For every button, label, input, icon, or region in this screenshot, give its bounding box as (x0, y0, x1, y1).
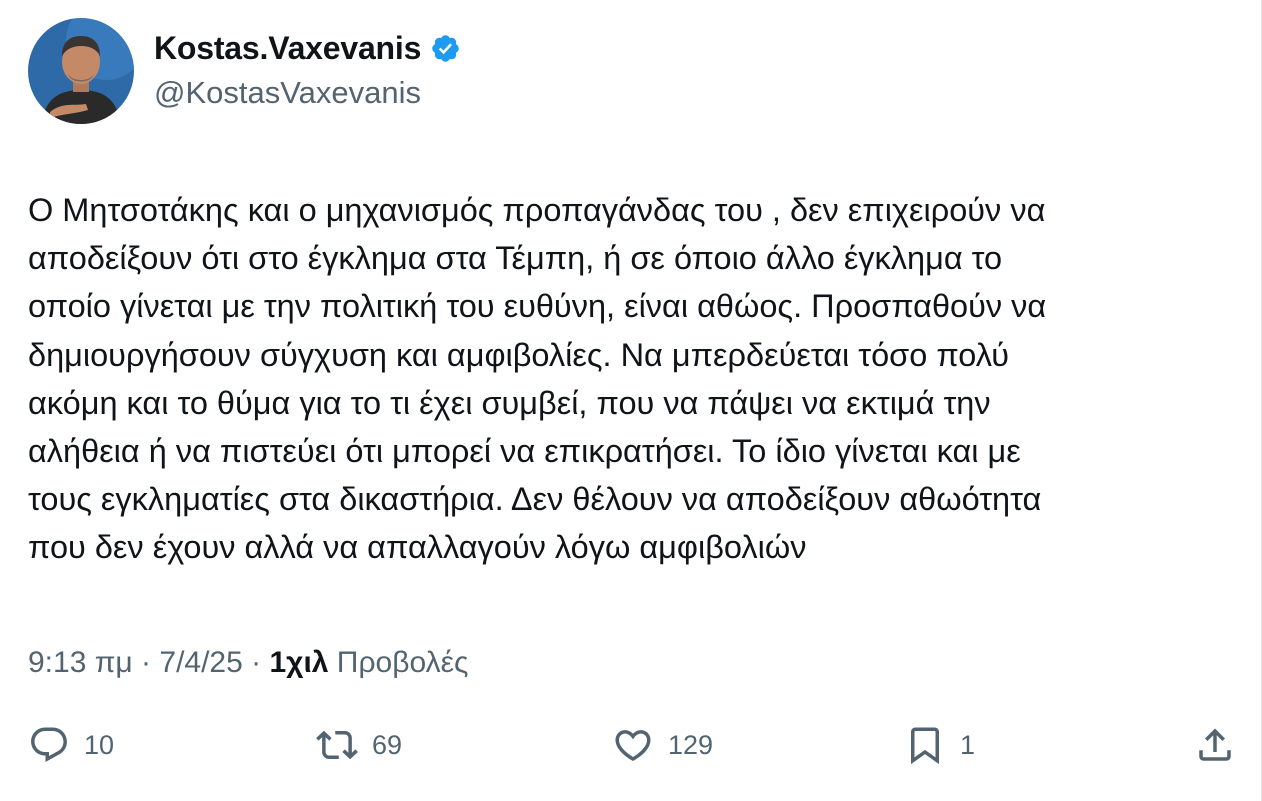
meta-separator: · (242, 646, 270, 679)
retweet-button[interactable]: 69 (316, 724, 402, 766)
reply-count: 10 (84, 729, 115, 760)
author-identity: Kostas.Vaxevanis @KostasVaxevanis (154, 18, 461, 111)
verified-badge-icon[interactable] (430, 33, 461, 64)
tweet-meta: 9:13 πμ · 7/4/25 · 1χιλ Προβολές (28, 646, 468, 680)
retweet-count: 69 (372, 729, 403, 760)
tweet-text: Ο Μητσοτάκης και ο μηχανισμός προπαγάνδα… (28, 192, 1047, 566)
tweet-card: Kostas.Vaxevanis @KostasVaxevanis Ο Μητσ… (0, 0, 1262, 801)
tweet-header: Kostas.Vaxevanis @KostasVaxevanis (28, 18, 461, 124)
bookmark-button[interactable]: 1 (904, 724, 975, 766)
author-display-name[interactable]: Kostas.Vaxevanis (154, 30, 421, 67)
heart-icon (612, 724, 654, 766)
retweet-icon (316, 724, 358, 766)
bookmark-icon (904, 724, 946, 766)
share-button[interactable] (1194, 724, 1236, 766)
avatar[interactable] (28, 18, 134, 124)
share-icon (1194, 724, 1236, 766)
tweet-time[interactable]: 9:13 πμ (28, 646, 133, 680)
tweet-date[interactable]: 7/4/25 (159, 646, 242, 680)
author-handle[interactable]: @KostasVaxevanis (154, 75, 461, 111)
bookmark-count: 1 (960, 729, 976, 760)
like-button[interactable]: 129 (612, 724, 713, 766)
views-label: Προβολές (328, 646, 469, 679)
reply-button[interactable]: 10 (28, 724, 114, 766)
action-bar: 10 69 129 1 (0, 716, 1262, 776)
name-row: Kostas.Vaxevanis (154, 30, 461, 67)
reply-icon (28, 724, 70, 766)
meta-separator: · (132, 646, 160, 679)
views-count[interactable]: 1χιλ (269, 646, 328, 680)
like-count: 129 (668, 729, 714, 760)
